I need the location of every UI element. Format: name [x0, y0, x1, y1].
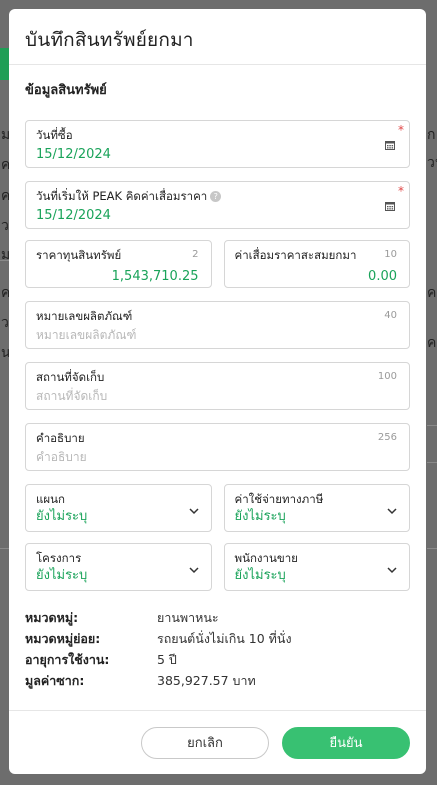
category-key: หมวดหมู่: — [25, 610, 79, 625]
description-input[interactable]: คำอธิบาย — [36, 448, 399, 466]
amount-row: ราคาทุนสินทรัพย์ 2 1,543,710.25 ค่าเสื่อ… — [25, 240, 410, 288]
background-text: ค — [427, 285, 437, 301]
tax-expense-value[interactable]: ยังไม่ระบุ — [235, 507, 400, 527]
modal-header: บันทึกสินทรัพย์ยกมา — [9, 9, 426, 65]
salvage-value-key: มูลค่าซาก: — [25, 673, 85, 688]
chevron-down-icon[interactable] — [187, 563, 201, 577]
info-icon[interactable]: ? — [210, 191, 222, 202]
char-counter: 10 — [384, 249, 397, 260]
select-row-2: โครงการ ยังไม่ระบุ พนักงานขาย ยังไม่ระบุ — [25, 543, 410, 591]
useful-life-key: อายุการใช้งาน: — [25, 652, 110, 667]
char-counter: 100 — [377, 371, 397, 382]
chevron-down-icon[interactable] — [187, 504, 201, 518]
background-text: ว — [1, 218, 9, 234]
depreciation-start-field[interactable]: วันที่เริ่มให้ PEAK คิดค่าเสื่อมราคา? 15… — [25, 181, 410, 229]
modal-title: บันทึกสินทรัพย์ยกมา — [25, 29, 194, 51]
subcategory-value: รถยนต์นั่งไม่เกิน 10 ที่นั่ง — [157, 631, 292, 646]
select-row-1: แผนก ยังไม่ระบุ ค่าใช้จ่ายทางภาษี ยังไม่… — [25, 484, 410, 532]
storage-location-field[interactable]: สถานที่จัดเก็บ 100 สถานที่จัดเก็บ — [25, 362, 410, 410]
calendar-icon[interactable] — [385, 140, 395, 150]
tax-expense-label: ค่าใช้จ่ายทางภาษี — [234, 492, 324, 506]
accumulated-depreciation-value[interactable]: 0.00 — [235, 267, 400, 287]
project-label: โครงการ — [36, 551, 82, 565]
background-text: ว — [1, 315, 9, 331]
category-value: ยานพาหนะ — [157, 610, 219, 625]
char-counter: 2 — [192, 249, 199, 260]
salesperson-value[interactable]: ยังไม่ระบุ — [235, 566, 400, 586]
description-label: คำอธิบาย — [36, 431, 85, 445]
required-mark: * — [398, 184, 404, 198]
serial-number-input[interactable]: หมายเลขผลิตภัณฑ์ — [36, 326, 399, 344]
accumulated-depreciation-label: ค่าเสื่อมราคาสะสมยกมา — [234, 248, 357, 262]
project-value[interactable]: ยังไม่ระบุ — [36, 566, 201, 586]
chevron-down-icon[interactable] — [385, 563, 399, 577]
serial-number-field[interactable]: หมายเลขผลิตภัณฑ์ 40 หมายเลขผลิตภัณฑ์ — [25, 301, 410, 349]
asset-info-summary: หมวดหมู่: ยานพาหนะ หมวดหมู่ย่อย: รถยนต์น… — [25, 609, 410, 690]
required-mark: * — [398, 123, 404, 137]
department-value[interactable]: ยังไม่ระบุ — [36, 507, 201, 527]
subcategory-key: หมวดหมู่ย่อย: — [25, 631, 101, 646]
accumulated-depreciation-field[interactable]: ค่าเสื่อมราคาสะสมยกมา 10 0.00 — [223, 240, 410, 288]
confirm-button[interactable]: ยืนยัน — [282, 726, 410, 759]
depreciation-start-value[interactable]: 15/12/2024 — [36, 206, 399, 226]
asset-cost-field[interactable]: ราคาทุนสินทรัพย์ 2 1,543,710.25 — [25, 240, 212, 288]
background-divider — [427, 462, 437, 463]
useful-life-value: 5 ปี — [157, 652, 177, 667]
salesperson-select[interactable]: พนักงานขาย ยังไม่ระบุ — [223, 543, 410, 591]
serial-number-label: หมายเลขผลิตภัณฑ์ — [36, 309, 133, 323]
char-counter: 256 — [377, 432, 397, 443]
calendar-icon[interactable] — [385, 201, 395, 211]
background-divider — [427, 548, 437, 549]
background-text: วน — [427, 155, 437, 171]
description-field[interactable]: คำอธิบาย 256 คำอธิบาย — [25, 423, 410, 471]
background-divider — [427, 425, 437, 426]
background-text: ก — [427, 127, 436, 143]
chevron-down-icon[interactable] — [385, 504, 399, 518]
tax-expense-select[interactable]: ค่าใช้จ่ายทางภาษี ยังไม่ระบุ — [223, 484, 410, 532]
opening-asset-modal: บันทึกสินทรัพย์ยกมา ข้อมูลสินทรัพย์ วันท… — [9, 9, 426, 774]
purchase-date-value[interactable]: 15/12/2024 — [36, 145, 399, 165]
char-counter: 40 — [384, 310, 397, 321]
section-title: ข้อมูลสินทรัพย์ — [25, 83, 107, 98]
background-text: ค — [427, 335, 437, 351]
asset-cost-label: ราคาทุนสินทรัพย์ — [36, 248, 122, 262]
asset-cost-value[interactable]: 1,543,710.25 — [36, 267, 201, 287]
depreciation-start-label: วันที่เริ่มให้ PEAK คิดค่าเสื่อมราคา? — [36, 188, 399, 204]
salesperson-label: พนักงานขาย — [234, 551, 298, 565]
department-select[interactable]: แผนก ยังไม่ระบุ — [25, 484, 212, 532]
storage-location-label: สถานที่จัดเก็บ — [36, 370, 105, 384]
purchase-date-label: วันที่ซื้อ — [36, 128, 73, 142]
modal-body: ข้อมูลสินทรัพย์ วันที่ซื้อ 15/12/2024 * … — [9, 65, 426, 690]
purchase-date-field[interactable]: วันที่ซื้อ 15/12/2024 * — [25, 120, 410, 168]
salvage-value-value: 385,927.57 บาท — [157, 673, 256, 688]
cancel-button[interactable]: ยกเลิก — [141, 726, 269, 759]
project-select[interactable]: โครงการ ยังไม่ระบุ — [25, 543, 212, 591]
department-label: แผนก — [36, 492, 65, 506]
modal-footer: ยกเลิก ยืนยัน — [9, 710, 426, 774]
storage-location-input[interactable]: สถานที่จัดเก็บ — [36, 387, 399, 405]
